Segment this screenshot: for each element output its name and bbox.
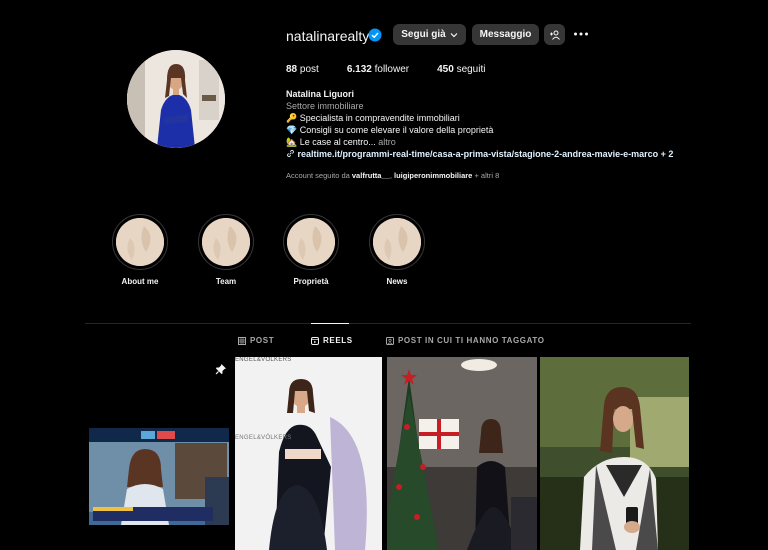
- message-button[interactable]: Messaggio: [472, 24, 539, 45]
- highlight-cover: [373, 218, 421, 266]
- reel-brand-text-2: ENGEL&VÖLKERS: [235, 435, 292, 441]
- highlight-team[interactable]: Team: [196, 214, 256, 286]
- bio-line-3: 🏡 Le case al centro... altro: [286, 136, 726, 148]
- highlight-label: About me: [121, 277, 159, 286]
- following-button-label: Segui già: [401, 29, 446, 40]
- verified-badge-icon: [368, 28, 382, 42]
- followed-by[interactable]: Account seguito da valfrutta__, luigiper…: [286, 171, 499, 180]
- more-options-icon[interactable]: [573, 28, 589, 40]
- link-icon: [287, 149, 294, 158]
- profile-username: natalinarealty: [286, 28, 370, 44]
- following-stat[interactable]: 450 seguiti: [437, 63, 485, 77]
- reel-item[interactable]: ENGEL&VÖLKERS ENGEL&VÖLKERS: [235, 357, 382, 550]
- leaf-pattern-icon: [116, 218, 164, 266]
- reel-thumbnail: [85, 357, 233, 550]
- reels-icon: [311, 336, 319, 345]
- followed-by-user-2: luigiperonimmobiliare: [394, 171, 473, 180]
- followers-label: follower: [374, 64, 410, 75]
- suggested-users-button[interactable]: [544, 24, 565, 45]
- highlight-ring: [369, 214, 425, 270]
- highlight-label: Proprietà: [293, 277, 329, 286]
- highlight-ring: [283, 214, 339, 270]
- profile-avatar[interactable]: [127, 50, 225, 148]
- reel-thumbnail: [387, 357, 537, 550]
- bio-category: Settore immobiliare: [286, 101, 364, 111]
- followed-by-suffix: + altri 8: [474, 171, 500, 180]
- leaf-pattern-icon: [287, 218, 335, 266]
- leaf-pattern-icon: [202, 218, 250, 266]
- bio-link[interactable]: realtime.it/programmi-real-time/casa-a-p…: [286, 148, 726, 160]
- profile-bio: Natalina Liguori Settore immobiliare 🔑 S…: [286, 88, 726, 160]
- reel-item[interactable]: [540, 357, 689, 550]
- reel-item[interactable]: [387, 357, 537, 550]
- leaf-pattern-icon: [373, 218, 421, 266]
- following-count: 450: [437, 64, 454, 75]
- message-button-label: Messaggio: [479, 29, 532, 40]
- profile-page: natalinarealty Segui già Messaggio 88 po…: [0, 0, 768, 550]
- highlight-ring: [112, 214, 168, 270]
- bio-line-1-text: Specialista in compravendite immobiliari: [299, 113, 460, 123]
- highlight-properties[interactable]: Proprietà: [281, 214, 341, 286]
- followed-by-prefix: Account seguito da: [286, 171, 350, 180]
- highlight-ring: [198, 214, 254, 270]
- chevron-down-icon: [450, 32, 458, 37]
- gem-emoji-icon: 💎: [286, 125, 298, 135]
- bio-line-3-text: Le case al centro...: [299, 137, 376, 147]
- followers-stat[interactable]: 6.132 follower: [347, 63, 409, 77]
- profile-stats: 88 post 6.132 follower 450 seguiti: [286, 63, 513, 77]
- bio-line-1: 🔑 Specialista in compravendite immobilia…: [286, 112, 726, 124]
- reel-brand-text-1: ENGEL&VÖLKERS: [235, 357, 292, 363]
- highlight-about-me[interactable]: About me: [110, 214, 170, 286]
- bio-link-url: realtime.it/programmi-real-time/casa-a-p…: [297, 149, 659, 159]
- highlight-label: News: [386, 277, 408, 286]
- following-button[interactable]: Segui già: [393, 24, 466, 45]
- active-tab-indicator: [311, 323, 349, 324]
- bio-link-extra: + 2: [660, 149, 674, 159]
- followed-by-user-1: valfrutta__: [351, 171, 390, 180]
- bio-more-link[interactable]: altro: [378, 137, 396, 147]
- posts-stat: 88 post: [286, 63, 319, 77]
- house-emoji-icon: 🏡: [286, 137, 298, 147]
- tab-posts-label: POST: [250, 336, 275, 345]
- tab-tagged-label: POST IN CUI TI HANNO TAGGATO: [398, 336, 545, 345]
- tab-posts[interactable]: POST: [238, 336, 274, 345]
- add-user-icon: [549, 30, 560, 40]
- avatar-photo: [127, 50, 225, 148]
- highlight-cover: [202, 218, 250, 266]
- bio-line-2-text: Consigli su come elevare il valore della…: [299, 125, 494, 135]
- followers-count: 6.132: [346, 64, 372, 75]
- bio-full-name: Natalina Liguori: [286, 89, 355, 99]
- reel-thumbnail: [235, 357, 382, 550]
- pinned-icon: [215, 364, 226, 375]
- highlight-news[interactable]: News: [367, 214, 427, 286]
- bio-line-2: 💎 Consigli su come elevare il valore del…: [286, 124, 726, 136]
- tab-reels[interactable]: REELS: [311, 336, 353, 345]
- highlight-cover: [287, 218, 335, 266]
- key-emoji-icon: 🔑: [286, 113, 298, 123]
- following-label: seguiti: [456, 64, 486, 75]
- grid-icon: [238, 336, 246, 345]
- reel-item[interactable]: [85, 357, 233, 550]
- highlight-cover: [116, 218, 164, 266]
- posts-count: 88: [286, 64, 298, 75]
- tabs-divider: [85, 323, 691, 324]
- posts-label: post: [299, 64, 319, 75]
- highlight-label: Team: [215, 277, 237, 286]
- tab-reels-label: REELS: [323, 336, 353, 345]
- reel-thumbnail: [540, 357, 689, 550]
- tagged-icon: [386, 336, 394, 345]
- tab-tagged[interactable]: POST IN CUI TI HANNO TAGGATO: [386, 336, 545, 345]
